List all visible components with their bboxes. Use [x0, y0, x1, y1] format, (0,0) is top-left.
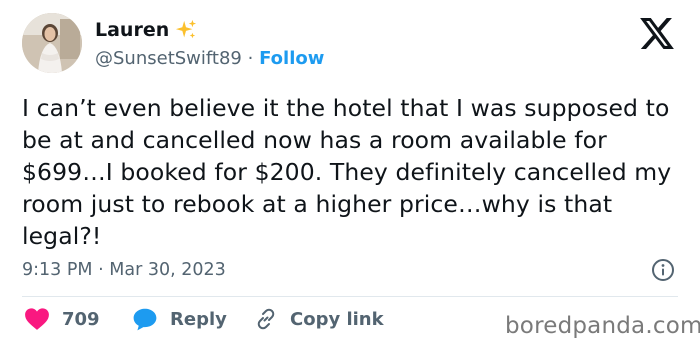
reply-button[interactable]: Reply: [132, 307, 254, 331]
divider: [22, 296, 678, 297]
handle-row: @SunsetSwift89 · Follow: [95, 48, 324, 70]
link-icon: [257, 308, 275, 330]
handle-separator: ·: [247, 48, 254, 69]
reply-bubble-icon: [133, 308, 157, 331]
reply-label: Reply: [170, 308, 227, 330]
action-bar: 709 Reply Copy link: [24, 307, 384, 331]
tweet-date: Mar 30, 2023: [109, 260, 226, 280]
author-name-text: Lauren: [95, 19, 170, 41]
avatar-photo: [22, 13, 82, 73]
tweet-time: 9:13 PM: [22, 260, 93, 280]
like-button[interactable]: 709: [24, 307, 132, 331]
sparkles-icon: [176, 19, 197, 39]
author-name[interactable]: Lauren: [95, 18, 197, 42]
heart-icon: [25, 308, 49, 330]
copy-link-label: Copy link: [290, 308, 384, 330]
info-icon[interactable]: [651, 258, 675, 282]
watermark: boredpanda.com: [505, 313, 700, 339]
tweet-timestamp[interactable]: 9:13 PM · Mar 30, 2023: [22, 258, 226, 282]
like-count: 709: [62, 308, 100, 330]
x-logo-icon[interactable]: [640, 18, 674, 49]
avatar[interactable]: [22, 13, 82, 73]
copy-link-button[interactable]: Copy link: [254, 307, 384, 331]
follow-button[interactable]: Follow: [259, 48, 324, 69]
tweet-text: I can’t even believe it the hotel that I…: [22, 94, 672, 250]
author-handle[interactable]: @SunsetSwift89: [95, 48, 242, 69]
timestamp-separator: ·: [98, 260, 104, 280]
